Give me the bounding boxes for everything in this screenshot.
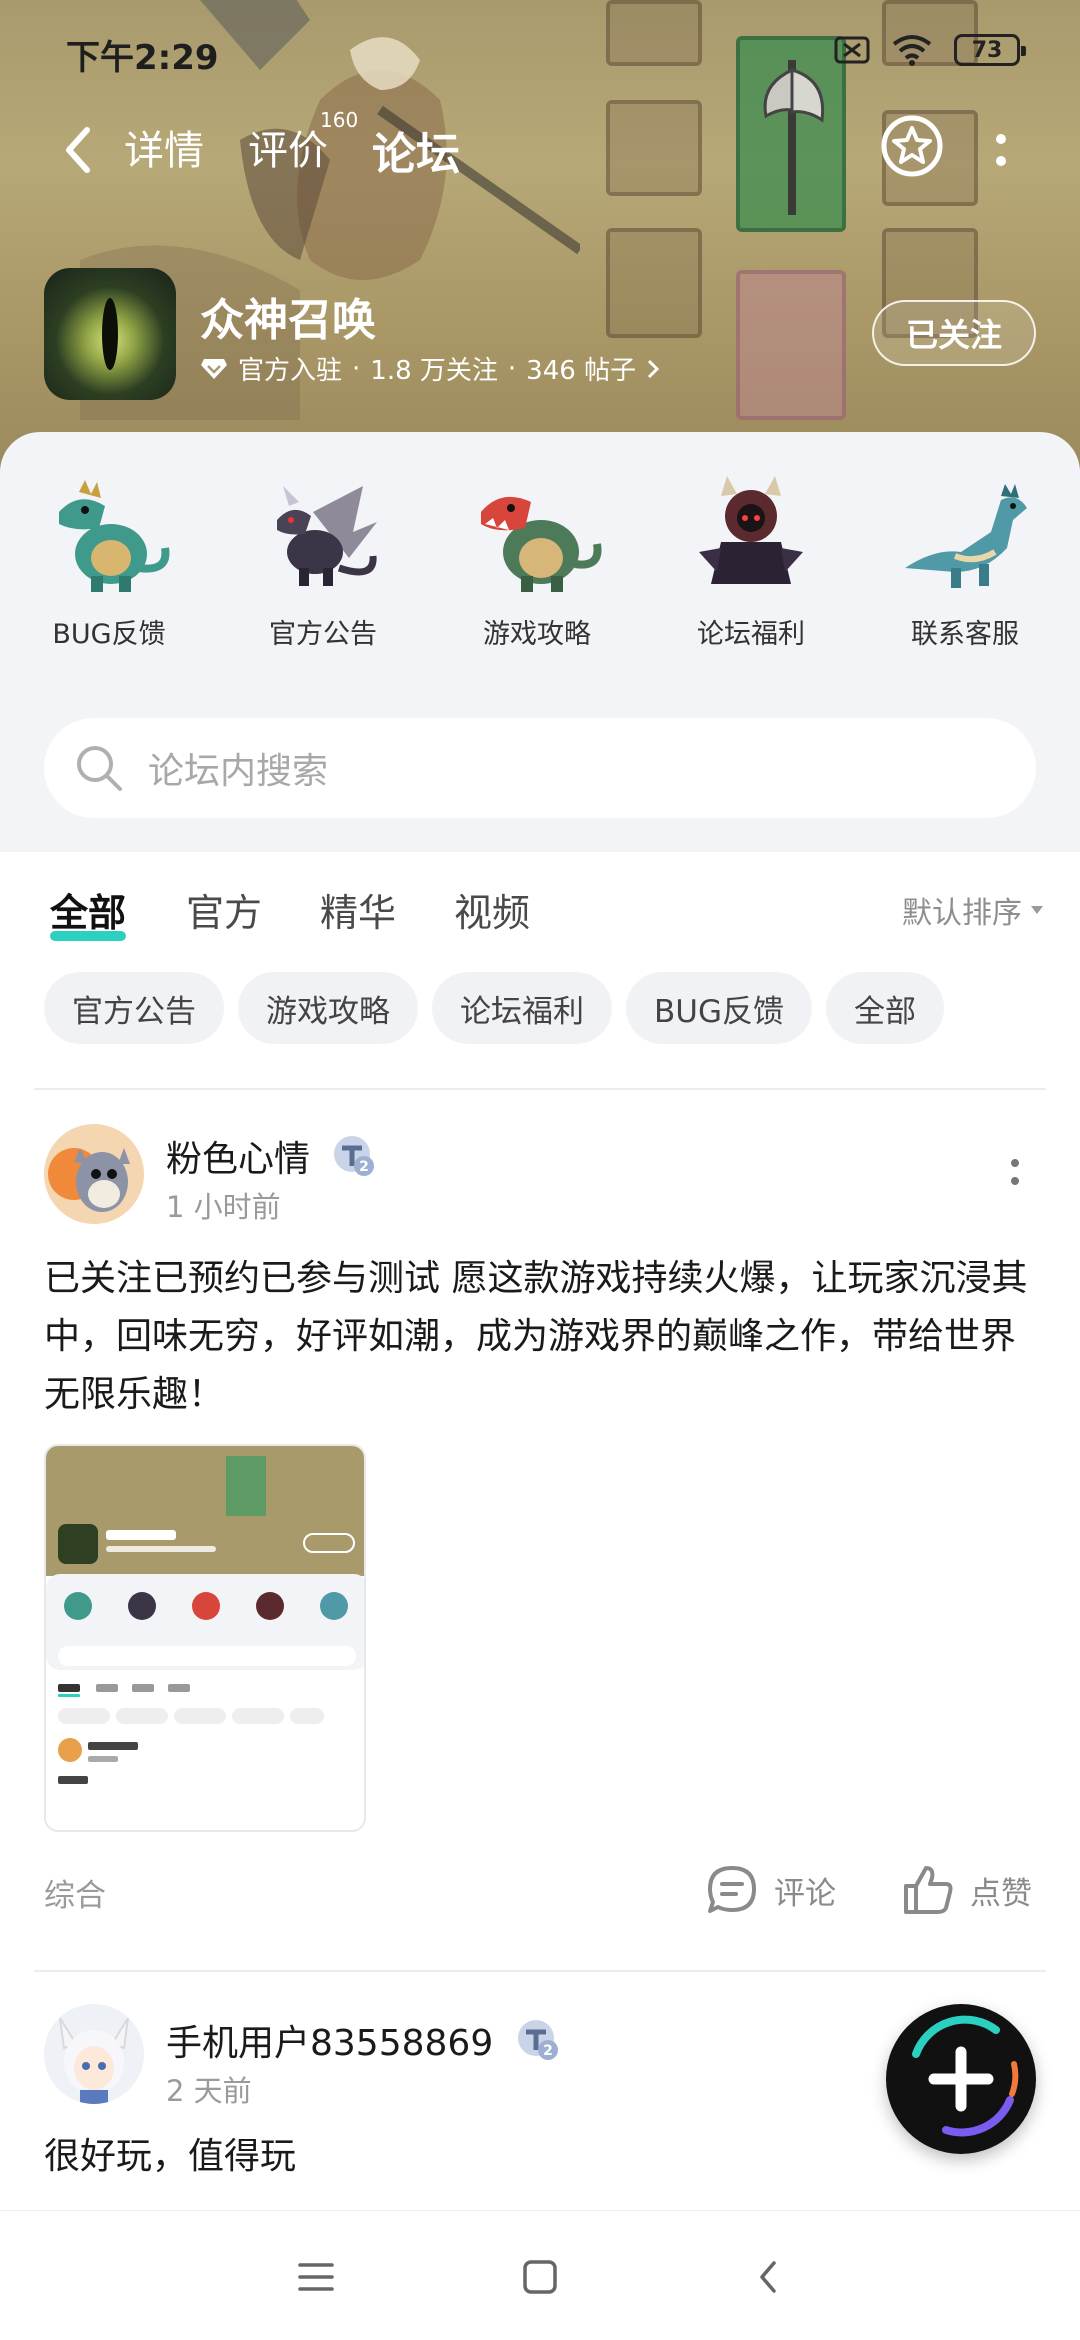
category-official-announcements[interactable]: 官方公告 bbox=[228, 472, 418, 651]
back-button[interactable] bbox=[48, 120, 108, 180]
post-category-tag[interactable]: 综合 bbox=[44, 1870, 106, 1915]
post-footer: 综合 评论 点赞 bbox=[0, 1856, 1080, 1926]
create-post-button[interactable] bbox=[886, 2004, 1036, 2154]
like-button[interactable]: 点赞 bbox=[900, 1862, 1032, 1918]
equipment-slot bbox=[606, 228, 702, 338]
post-username[interactable]: 手机用户83558869 bbox=[166, 2014, 493, 2066]
search-icon bbox=[77, 746, 122, 791]
back-chevron-icon bbox=[760, 2261, 776, 2293]
post-content: 已关注已预约已参与测试 愿这款游戏持续火爆，让玩家沉浸其中，回味无穷，好评如潮，… bbox=[44, 1258, 1028, 1415]
back-arrow-icon bbox=[66, 127, 90, 173]
forum-screenshot-image bbox=[46, 1446, 364, 1830]
post-time: 1 小时前 bbox=[166, 1190, 281, 1224]
anime-fox-girl-avatar-icon bbox=[44, 2004, 144, 2104]
sim-icon bbox=[834, 36, 870, 64]
post-time: 2 天前 bbox=[166, 2074, 252, 2108]
status-icons: 73 bbox=[834, 30, 1026, 70]
home-square-icon bbox=[523, 2260, 557, 2294]
category-game-guides[interactable]: 游戏攻略 bbox=[442, 472, 632, 651]
post-image-thumbnail[interactable] bbox=[44, 1444, 366, 1832]
chip-official-announcements[interactable]: 官方公告 bbox=[44, 972, 224, 1044]
avatar[interactable] bbox=[44, 2004, 144, 2104]
search-placeholder: 论坛内搜索 bbox=[148, 751, 329, 792]
comment-label: 评论 bbox=[774, 1875, 836, 1912]
caret-down-icon bbox=[1031, 906, 1043, 914]
feed-tab-video[interactable]: 视频 bbox=[454, 882, 530, 937]
recent-apps-button[interactable] bbox=[286, 2247, 346, 2307]
more-options-button[interactable] bbox=[986, 120, 1016, 180]
wifi-icon bbox=[892, 35, 932, 66]
category-contact-support[interactable]: 联系客服 bbox=[870, 472, 1060, 651]
system-navigation-bar bbox=[0, 2210, 1080, 2340]
favorite-star-icon[interactable] bbox=[880, 114, 944, 178]
feed-tab-featured[interactable]: 精华 bbox=[320, 882, 396, 937]
tab-forum-label: 论坛 bbox=[372, 129, 460, 180]
plus-icon bbox=[912, 2015, 1019, 2137]
feed-filter-tabs: 全部 官方 精华 视频 默认排序 bbox=[0, 852, 1080, 962]
divider bbox=[34, 1088, 1046, 1090]
feed-tab-label: 全部 bbox=[50, 891, 127, 935]
category-label: 论坛福利 bbox=[697, 619, 805, 650]
category-label: BUG反馈 bbox=[52, 619, 166, 650]
tab-forum[interactable]: 论坛 bbox=[372, 118, 460, 184]
category-label: 联系客服 bbox=[911, 619, 1019, 650]
category-forum-benefits[interactable]: 论坛福利 bbox=[656, 472, 846, 651]
user-level-badge-icon: 2 bbox=[334, 1136, 374, 1176]
tab-reviews[interactable]: 评价 bbox=[248, 118, 328, 176]
like-label: 点赞 bbox=[970, 1875, 1032, 1912]
forum-search-bar[interactable]: 论坛内搜索 bbox=[44, 718, 1036, 818]
battery-indicator: 73 bbox=[954, 34, 1026, 66]
home-button[interactable] bbox=[510, 2247, 570, 2307]
top-nav: 详情 评价 160 论坛 bbox=[0, 108, 1080, 190]
user-level-badge-icon: 2 bbox=[518, 2020, 558, 2060]
feed-tab-official[interactable]: 官方 bbox=[186, 882, 262, 937]
official-label: 官方入驻 bbox=[238, 356, 343, 386]
game-app-icon bbox=[44, 268, 176, 400]
verified-diamond-icon bbox=[201, 358, 227, 379]
equipment-slot bbox=[606, 0, 702, 66]
category-label: 官方公告 bbox=[269, 619, 377, 650]
divider bbox=[34, 1970, 1046, 1972]
followers-count: 1.8 万关注 bbox=[370, 356, 498, 386]
thumbs-up-icon bbox=[904, 1866, 953, 1914]
status-time: 下午2:29 bbox=[66, 38, 219, 78]
cartoon-cat-avatar-icon bbox=[44, 1124, 144, 1224]
forum-category-panel: BUG反馈 官方公告 游戏攻略 论坛福利 联系客服 论坛内搜索 bbox=[0, 432, 1080, 852]
winged-dragon-icon bbox=[277, 486, 377, 586]
category-label: 游戏攻略 bbox=[483, 619, 591, 650]
follow-button[interactable]: 已关注 bbox=[872, 300, 1036, 366]
post-username[interactable]: 粉色心情 bbox=[166, 1130, 310, 1182]
svg-text:2: 2 bbox=[359, 1159, 369, 1175]
system-back-button[interactable] bbox=[738, 2247, 798, 2307]
avatar[interactable] bbox=[44, 1124, 144, 1224]
blue-dinosaur-icon bbox=[905, 484, 1027, 588]
chip-all[interactable]: 全部 bbox=[825, 972, 944, 1044]
category-bug-feedback[interactable]: BUG反馈 bbox=[14, 472, 204, 651]
game-meta-row[interactable]: 官方入驻 · 1.8 万关注 · 346 帖子 bbox=[200, 350, 660, 387]
chip-bug-feedback[interactable]: BUG反馈 bbox=[626, 972, 812, 1044]
topic-chips: 官方公告 游戏攻略 论坛福利 BUG反馈 全部 bbox=[44, 972, 944, 1044]
tab-details[interactable]: 详情 bbox=[124, 118, 204, 176]
chip-game-guides[interactable]: 游戏攻略 bbox=[238, 972, 418, 1044]
sort-dropdown[interactable]: 默认排序 bbox=[902, 888, 1044, 932]
chip-forum-benefits[interactable]: 论坛福利 bbox=[432, 972, 612, 1044]
equipment-slot bbox=[736, 270, 846, 420]
posts-count: 346 帖子 bbox=[526, 356, 637, 386]
reviews-count: 160 bbox=[320, 108, 359, 132]
post-more-button[interactable] bbox=[1000, 1142, 1030, 1202]
chevron-right-icon bbox=[648, 359, 660, 378]
dark-knight-icon bbox=[699, 476, 803, 584]
svg-text:2: 2 bbox=[543, 2043, 553, 2059]
feed-tab-all[interactable]: 全部 bbox=[50, 882, 127, 941]
menu-icon bbox=[298, 2263, 334, 2291]
comment-icon bbox=[708, 1866, 756, 1913]
teal-dragon-icon bbox=[59, 480, 170, 592]
red-dragon-icon bbox=[481, 496, 602, 592]
comment-button[interactable]: 评论 bbox=[704, 1862, 836, 1918]
sort-label: 默认排序 bbox=[902, 896, 1022, 931]
game-title: 众神召唤 bbox=[200, 295, 376, 346]
